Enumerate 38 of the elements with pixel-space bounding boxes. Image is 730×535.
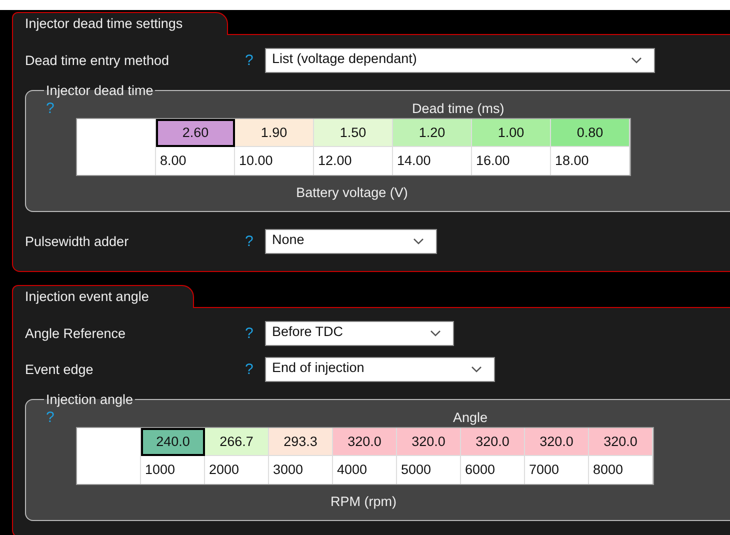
- table-cell[interactable]: 266.7: [205, 428, 269, 456]
- help-link[interactable]: ?: [245, 325, 265, 342]
- help-link[interactable]: ?: [245, 361, 265, 378]
- group-title: Injection angle: [45, 392, 134, 407]
- chevron-down-icon: [471, 366, 482, 373]
- table-cell[interactable]: 320.0: [397, 428, 461, 456]
- table-cell[interactable]: 1.20: [393, 119, 472, 147]
- chevron-down-icon: [631, 57, 642, 64]
- table-cell[interactable]: 1.00: [472, 119, 551, 147]
- group-title: Injector dead time: [45, 83, 154, 98]
- table-cell[interactable]: 0.80: [551, 119, 630, 147]
- table-cell[interactable]: 320.0: [525, 428, 589, 456]
- dropdown[interactable]: List (voltage dependant): [265, 48, 655, 73]
- dropdown[interactable]: None: [265, 229, 437, 254]
- field-label: Pulsewidth adder: [25, 234, 130, 249]
- table-cell[interactable]: 1.50: [314, 119, 393, 147]
- table-cell[interactable]: 240.0: [141, 428, 205, 456]
- help-link[interactable]: ?: [245, 52, 265, 69]
- table-cell[interactable]: 2.60: [156, 119, 235, 147]
- table-header: Angle: [453, 410, 488, 424]
- table-cell[interactable]: 320.0: [461, 428, 525, 456]
- help-link[interactable]: ?: [245, 233, 265, 250]
- chevron-down-icon: [413, 238, 424, 245]
- axis-label: RPM (rpm): [330, 494, 396, 509]
- table-cell[interactable]: 293.3: [269, 428, 333, 456]
- table-cell[interactable]: 320.0: [333, 428, 397, 456]
- table-header: Dead time (ms): [412, 100, 504, 116]
- dropdown[interactable]: End of injection: [265, 357, 495, 382]
- field-label: Dead time entry method: [25, 53, 170, 68]
- field-label: Event edge: [25, 362, 94, 377]
- table-cell[interactable]: 320.0: [589, 428, 653, 456]
- table-cell[interactable]: 1.90: [235, 119, 314, 147]
- section-tab[interactable]: Injection event angle: [12, 285, 194, 308]
- dropdown[interactable]: Before TDC: [265, 321, 454, 346]
- chevron-down-icon: [430, 330, 441, 337]
- field-label: Angle Reference: [25, 326, 127, 341]
- section-tab[interactable]: Injector dead time settings: [12, 12, 228, 35]
- axis-label: Battery voltage (V): [296, 185, 408, 200]
